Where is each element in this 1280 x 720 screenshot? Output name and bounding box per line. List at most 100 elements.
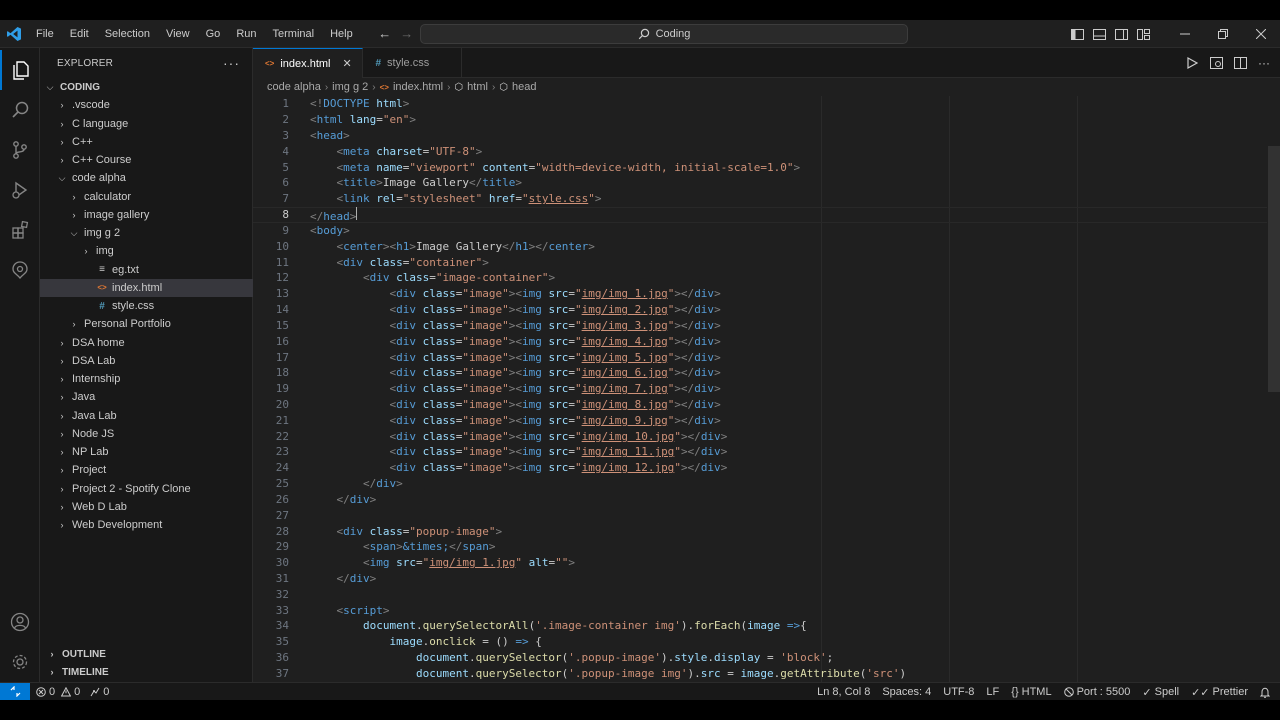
tree-folder[interactable]: › Node JS bbox=[40, 425, 253, 443]
code-token: img/img 8.jpg bbox=[581, 397, 668, 411]
breadcrumb-item[interactable]: index.html bbox=[393, 81, 443, 93]
search-icon bbox=[638, 28, 649, 40]
tree-folder[interactable]: › img bbox=[40, 242, 253, 260]
ports-status[interactable]: 0 bbox=[90, 686, 109, 698]
code-text: <!DOCTYPE html> bbox=[310, 97, 409, 110]
code-token: = bbox=[760, 651, 781, 665]
menu-file[interactable]: File bbox=[28, 20, 62, 48]
customize-layout-icon[interactable] bbox=[1132, 20, 1154, 48]
code-text: <div class="image"><img src="img/img 2.j… bbox=[310, 303, 720, 316]
tree-folder[interactable]: › C++ bbox=[40, 133, 253, 151]
restore-icon[interactable] bbox=[1204, 20, 1242, 48]
run-file-icon[interactable] bbox=[1182, 53, 1202, 73]
code-line: 15 <div class="image"><img src="img/img … bbox=[253, 317, 1267, 333]
cursor-position[interactable]: Ln 8, Col 8 bbox=[817, 686, 870, 698]
editor-scrollbar[interactable] bbox=[1268, 96, 1280, 682]
outline-section[interactable]: › OUTLINE bbox=[40, 645, 253, 663]
tab-index-html[interactable]: <> index.html ✕ bbox=[253, 48, 364, 78]
scrollbar-thumb[interactable] bbox=[1268, 146, 1280, 392]
tree-folder[interactable]: ⌵ img g 2 bbox=[40, 224, 253, 242]
encoding[interactable]: UTF-8 bbox=[943, 686, 974, 698]
manage-gear-icon[interactable] bbox=[0, 642, 40, 682]
warning-count: 0 bbox=[74, 685, 81, 698]
search-view-icon[interactable] bbox=[0, 90, 40, 130]
prettier-status[interactable]: ✓✓ Prettier bbox=[1191, 686, 1248, 699]
workspace-root[interactable]: ⌵ CODING bbox=[40, 78, 253, 96]
notifications-bell-icon[interactable] bbox=[1260, 687, 1270, 698]
tree-folder[interactable]: › Java Lab bbox=[40, 407, 253, 425]
close-tab-icon[interactable]: ✕ bbox=[342, 57, 352, 70]
tree-folder[interactable]: › image gallery bbox=[40, 206, 253, 224]
tree-file[interactable]: # style.css bbox=[40, 297, 253, 315]
language-mode[interactable]: {} HTML bbox=[1011, 686, 1051, 698]
accounts-icon[interactable] bbox=[0, 602, 40, 642]
breadcrumb-item[interactable]: head bbox=[512, 81, 536, 93]
code-line: 33 <script> bbox=[253, 602, 1267, 618]
menu-selection[interactable]: Selection bbox=[97, 20, 158, 48]
menu-help[interactable]: Help bbox=[322, 20, 361, 48]
tree-folder[interactable]: › DSA home bbox=[40, 334, 253, 352]
source-control-icon[interactable] bbox=[0, 130, 40, 170]
extensions-icon[interactable] bbox=[0, 210, 40, 250]
line-number: 29 bbox=[275, 540, 289, 554]
menu-terminal[interactable]: Terminal bbox=[265, 20, 323, 48]
run-debug-icon[interactable] bbox=[0, 170, 40, 210]
remote-explorer-icon[interactable] bbox=[0, 250, 40, 290]
explorer-icon[interactable] bbox=[0, 50, 40, 90]
menu-run[interactable]: Run bbox=[228, 20, 264, 48]
tree-folder[interactable]: › C++ Course bbox=[40, 151, 253, 169]
toggle-panel-icon[interactable] bbox=[1088, 20, 1110, 48]
code-text: <body> bbox=[310, 224, 350, 237]
back-arrow-icon[interactable]: ← bbox=[377, 26, 393, 42]
code-token: querySelectorAll bbox=[422, 619, 529, 633]
problems-status[interactable]: 0 0 bbox=[36, 686, 80, 698]
code-token: document bbox=[415, 666, 469, 680]
tree-folder[interactable]: › NP Lab bbox=[40, 443, 253, 461]
close-window-icon[interactable] bbox=[1242, 20, 1280, 48]
breadcrumb-item[interactable]: img g 2 bbox=[332, 81, 368, 93]
toggle-primary-sidebar-icon[interactable] bbox=[1066, 20, 1088, 48]
more-editor-actions-icon[interactable]: ··· bbox=[1254, 53, 1274, 73]
remote-indicator-icon[interactable] bbox=[0, 682, 30, 701]
spell-check[interactable]: ✓ Spell bbox=[1142, 686, 1179, 699]
code-token: div bbox=[376, 477, 397, 491]
tree-folder[interactable]: › Project bbox=[40, 461, 253, 479]
breadcrumb-item[interactable]: code alpha bbox=[267, 81, 321, 93]
tree-folder[interactable]: › Web D Lab bbox=[40, 498, 253, 516]
more-actions-icon[interactable]: ··· bbox=[223, 55, 240, 71]
breadcrumb-item[interactable]: html bbox=[467, 81, 488, 93]
tree-folder[interactable]: › .vscode bbox=[40, 96, 253, 114]
tree-file[interactable]: ≡ eg.txt bbox=[40, 261, 253, 279]
tree-folder[interactable]: › Internship bbox=[40, 370, 253, 388]
tree-folder[interactable]: › Personal Portfolio bbox=[40, 315, 253, 333]
tree-folder[interactable]: › Web Development bbox=[40, 516, 253, 534]
line-number: 16 bbox=[275, 334, 289, 348]
end-of-line[interactable]: LF bbox=[986, 686, 999, 698]
minimize-icon[interactable] bbox=[1166, 20, 1204, 48]
tab-style-css[interactable]: # style.css bbox=[363, 48, 463, 78]
code-token: div bbox=[396, 287, 416, 301]
live-server-port[interactable]: Port : 5500 bbox=[1063, 686, 1130, 698]
menu-view[interactable]: View bbox=[158, 20, 198, 48]
tree-folder[interactable]: › Project 2 - Spotify Clone bbox=[40, 480, 253, 498]
timeline-section[interactable]: › TIMELINE bbox=[40, 663, 253, 681]
tree-file[interactable]: <> index.html bbox=[40, 278, 253, 297]
tree-folder[interactable]: › DSA Lab bbox=[40, 352, 253, 370]
code-editor[interactable]: 1 <!DOCTYPE html> 2 <html lang="en"> 3 <head>… bbox=[253, 96, 1267, 682]
tree-folder[interactable]: › Java bbox=[40, 388, 253, 406]
menu-edit[interactable]: Edit bbox=[62, 20, 97, 48]
split-editor-icon[interactable] bbox=[1230, 53, 1250, 73]
tree-folder[interactable]: › calculator bbox=[40, 188, 253, 206]
tree-folder[interactable]: ⌵ code alpha bbox=[40, 169, 253, 187]
forward-arrow-icon[interactable]: → bbox=[399, 26, 415, 42]
code-token: > bbox=[369, 492, 377, 506]
code-token: >< bbox=[382, 239, 397, 253]
toggle-secondary-sidebar-icon[interactable] bbox=[1110, 20, 1132, 48]
menu-go[interactable]: Go bbox=[198, 20, 229, 48]
indentation[interactable]: Spaces: 4 bbox=[882, 686, 931, 698]
tree-folder[interactable]: › C language bbox=[40, 115, 253, 133]
open-preview-icon[interactable] bbox=[1206, 53, 1226, 73]
command-center-search[interactable]: Coding bbox=[420, 24, 908, 44]
chevron-down-icon: ⌵ bbox=[58, 172, 66, 183]
